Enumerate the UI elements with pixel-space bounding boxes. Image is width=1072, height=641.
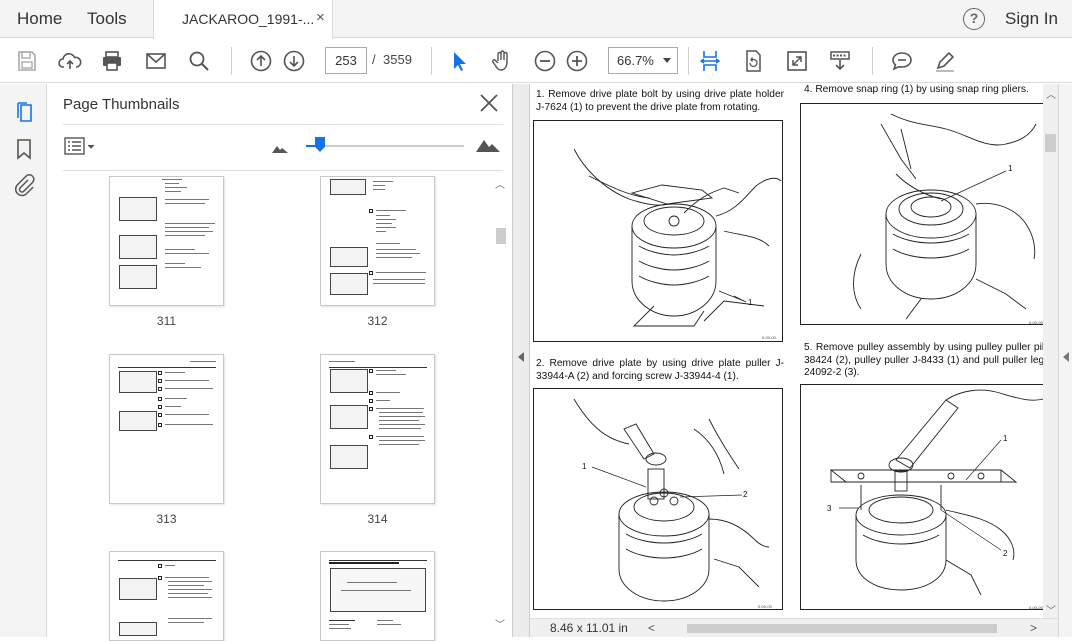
page-total: 3559 (383, 52, 412, 67)
page-thumbnails-icon[interactable] (12, 100, 36, 124)
scrollbar-thumb[interactable] (687, 624, 997, 633)
scroll-up-icon[interactable]: ︿ (1046, 86, 1056, 101)
scrollbar-thumb[interactable] (1045, 134, 1056, 152)
zoom-out-icon[interactable] (532, 48, 558, 74)
step-5-text: 5. Remove pulley assembly by using pulle… (804, 342, 1056, 379)
thumbnail-page-311[interactable] (109, 176, 224, 306)
top-menu-bar: Home Tools JACKAROO_1991-... × ? Sign In (0, 0, 1072, 39)
select-cursor-icon[interactable] (446, 48, 472, 74)
figure-drive-plate-puller: 1 2 0-00-00 (533, 388, 783, 610)
thumbnail-label: 314 (367, 512, 388, 526)
rotate-icon[interactable] (740, 48, 766, 74)
callout-3: 3 (827, 504, 832, 513)
thumbnail-label: 311 (156, 314, 177, 328)
figure-pulley-puller: 1 2 3 0-00-00 (800, 384, 1050, 610)
zoom-in-icon[interactable] (564, 48, 590, 74)
divider (63, 170, 503, 171)
thumbnails-scrollbar[interactable]: ︿ ﹀ (493, 176, 507, 632)
page-up-icon[interactable] (248, 48, 274, 74)
sign-in-link[interactable]: Sign In (1005, 0, 1058, 38)
callout-1: 1 (1003, 434, 1008, 443)
divider (63, 124, 503, 125)
thumbnail-page-315[interactable] (109, 551, 224, 641)
document-tab[interactable]: JACKAROO_1991-... × (153, 0, 333, 39)
svg-text:0-00-00: 0-00-00 (1029, 605, 1044, 610)
thumbnail-size-slider[interactable] (306, 145, 464, 147)
main-toolbar: 253 / 3559 66.7% (0, 39, 1072, 83)
thumbnail-page-313[interactable] (109, 354, 224, 504)
svg-text:0-00-00: 0-00-00 (758, 604, 773, 609)
scroll-right-icon[interactable]: > (1030, 621, 1037, 635)
thumbnail-page-314[interactable] (320, 354, 435, 504)
callout-1: 1 (582, 462, 587, 471)
panel-splitter[interactable] (512, 84, 530, 637)
thumbnail-label: 312 (367, 314, 388, 328)
status-bar: 8.46 x 11.01 in < > (530, 618, 1058, 637)
help-icon[interactable]: ? (963, 8, 985, 30)
close-tab-icon[interactable]: × (316, 9, 325, 26)
document-tab-title: JACKAROO_1991-... (182, 11, 315, 27)
callout-2: 2 (743, 490, 748, 499)
full-screen-icon[interactable] (784, 48, 810, 74)
thumbnail-label: 313 (156, 512, 177, 526)
close-icon[interactable] (478, 92, 500, 114)
horizontal-scrollbar[interactable] (665, 624, 1025, 633)
toolbar-divider (431, 47, 432, 75)
thumbnail-options-icon[interactable] (64, 136, 96, 156)
navigation-rail (0, 84, 47, 637)
panel-title: Page Thumbnails (63, 96, 180, 113)
page-thumbnails-panel: Page Thumbnails 311 312 313 314 ︿ ﹀ (48, 84, 512, 641)
slider-handle[interactable] (315, 137, 325, 152)
thumbnail-page-312[interactable] (320, 176, 435, 306)
tools-menu[interactable]: Tools (87, 0, 127, 38)
sign-icon[interactable] (932, 48, 958, 74)
page-number-input[interactable]: 253 (325, 47, 367, 74)
hand-icon[interactable] (489, 48, 515, 74)
scroll-down-icon[interactable]: ﹀ (495, 616, 505, 631)
collapse-left-icon[interactable] (518, 352, 524, 362)
attachment-icon[interactable] (12, 173, 36, 197)
callout-1: 1 (1008, 164, 1013, 173)
page-down-icon[interactable] (281, 48, 307, 74)
thumbnail-small-icon[interactable] (272, 140, 288, 158)
print-icon[interactable] (99, 48, 125, 74)
callout-2: 2 (1003, 549, 1008, 558)
scroll-mode-icon[interactable] (827, 48, 853, 74)
step-4-text: 4. Remove snap ring (1) by using snap ri… (804, 84, 1029, 95)
email-icon[interactable] (143, 48, 169, 74)
figure-snap-ring: 1 0-00-00 (800, 103, 1050, 325)
home-menu[interactable]: Home (17, 0, 62, 38)
callout-1: 1 (748, 298, 753, 307)
step-1-text: 1. Remove drive plate bolt by using driv… (536, 89, 784, 113)
right-panel-toggle[interactable] (1058, 84, 1072, 637)
save-icon[interactable] (14, 48, 40, 74)
step-2-text: 2. Remove drive plate by using drive pla… (536, 358, 784, 382)
cloud-upload-icon[interactable] (57, 48, 83, 74)
zoom-level-value: 66.7% (617, 53, 654, 68)
scroll-up-icon[interactable]: ︿ (495, 176, 505, 191)
thumbnail-page-316[interactable] (320, 551, 435, 641)
fit-page-icon[interactable] (697, 48, 723, 74)
svg-text:0-00-00: 0-00-00 (762, 335, 777, 340)
toolbar-divider (688, 47, 689, 75)
thumbnail-large-icon[interactable] (476, 136, 500, 157)
document-view[interactable]: 1. Remove drive plate bolt by using driv… (530, 84, 1058, 618)
zoom-level-select[interactable]: 66.7% (608, 47, 678, 74)
comment-icon[interactable] (889, 48, 915, 74)
scroll-down-icon[interactable]: ﹀ (1046, 602, 1056, 617)
expand-right-panel-icon[interactable] (1063, 352, 1069, 362)
search-icon[interactable] (186, 48, 212, 74)
svg-text:0-00-00: 0-00-00 (1029, 320, 1044, 325)
chevron-down-icon (663, 58, 671, 63)
bookmark-icon[interactable] (12, 137, 36, 161)
document-scrollbar[interactable]: ︿ ﹀ (1043, 84, 1058, 618)
figure-drive-plate-holder: 1 0-00-00 (533, 120, 783, 342)
page-size-label: 8.46 x 11.01 in (550, 621, 628, 635)
toolbar-divider (231, 47, 232, 75)
scrollbar-thumb[interactable] (496, 228, 506, 244)
page-separator: / (372, 52, 376, 67)
scroll-left-icon[interactable]: < (648, 621, 655, 635)
toolbar-divider (872, 47, 873, 75)
